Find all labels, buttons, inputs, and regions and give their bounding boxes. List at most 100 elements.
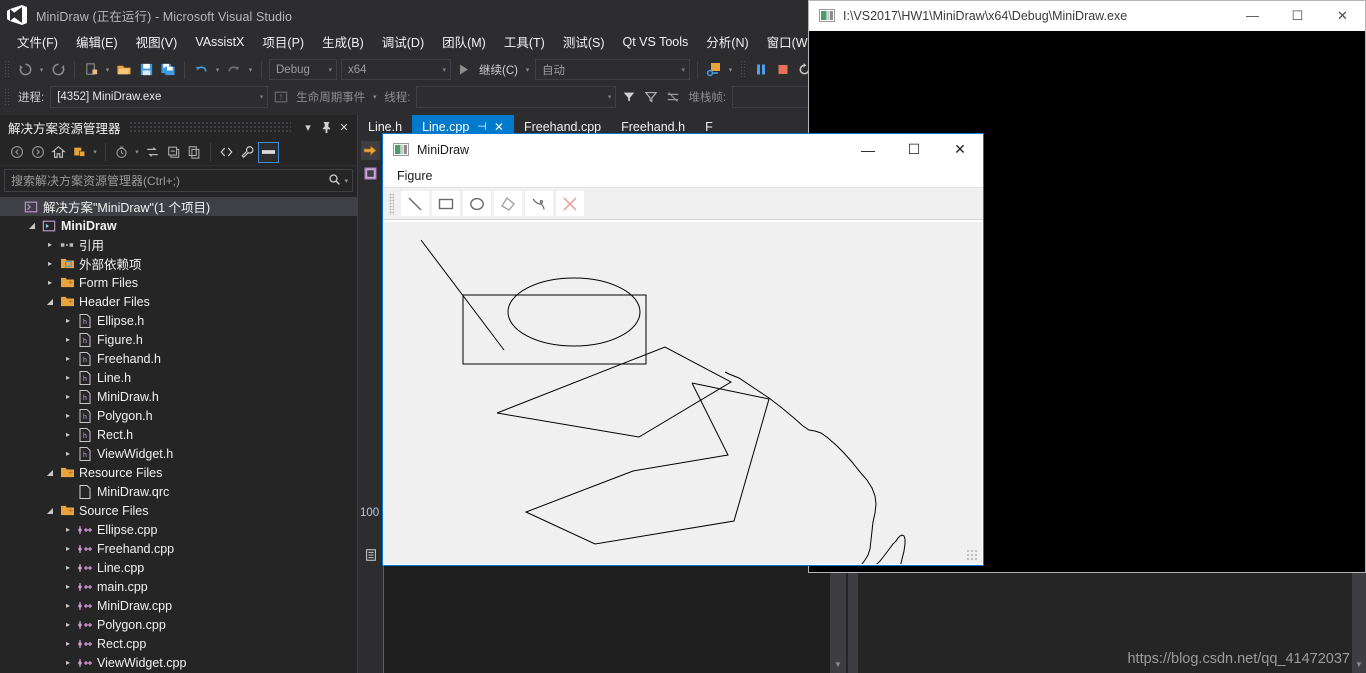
process-combo[interactable]: [4352] MiniDraw.exe ▾ [50, 86, 269, 108]
undo-icon[interactable] [190, 59, 212, 81]
menu-item-file[interactable]: 文件(F) [8, 30, 67, 54]
view-code-icon[interactable] [216, 142, 237, 163]
forward-icon[interactable] [27, 142, 48, 163]
twisty-collapsed-icon[interactable]: ▸ [60, 601, 76, 610]
menu-item-tools[interactable]: 工具(T) [495, 30, 554, 54]
tree-item-ellipse.cpp[interactable]: ▸ Ellipse.cpp [0, 520, 357, 539]
chevron-down-icon[interactable]: ▾ [344, 177, 348, 185]
sync-with-active-document-icon[interactable] [142, 142, 163, 163]
twisty-collapsed-icon[interactable]: ▸ [60, 430, 76, 439]
bottom-panel-scrollbar-left[interactable]: ▼ [830, 573, 846, 673]
debug-target-combo[interactable]: 自动 ▾ [534, 59, 690, 80]
twisty-collapsed-icon[interactable]: ▸ [42, 240, 58, 249]
ellipse-tool-button[interactable] [462, 190, 492, 217]
tree-item--[interactable]: ▸ 引用 [0, 235, 357, 254]
menu-item-build[interactable]: 生成(B) [313, 30, 373, 54]
minidraw-drawing[interactable] [384, 222, 982, 564]
twisty-collapsed-icon[interactable]: ▸ [60, 335, 76, 344]
current-statement-arrow-icon[interactable] [361, 141, 380, 160]
tree-item-form-files[interactable]: ▸ Form Files [0, 273, 357, 292]
navigate-forward-icon[interactable] [47, 59, 69, 81]
swap-threads-icon[interactable] [662, 86, 684, 108]
navigate-backward-dropdown-icon[interactable]: ▾ [36, 66, 47, 74]
twisty-expanded-icon[interactable]: ◢ [24, 221, 40, 230]
breakpoint-settings-icon[interactable] [361, 164, 380, 183]
menu-item-test[interactable]: 测试(S) [554, 30, 614, 54]
tree-item-minidraw.h[interactable]: ▸ h MiniDraw.h [0, 387, 357, 406]
twisty-collapsed-icon[interactable]: ▸ [60, 316, 76, 325]
tree-item--[interactable]: ▸ 外部依赖项 [0, 254, 357, 273]
chevron-down-icon[interactable]: ▾ [90, 148, 100, 156]
flag-filter-alt-icon[interactable] [640, 86, 662, 108]
panel-drag-dots[interactable] [128, 121, 291, 133]
twisty-collapsed-icon[interactable]: ▸ [60, 525, 76, 534]
toolbar-grip[interactable] [4, 87, 11, 107]
properties-wrench-icon[interactable] [237, 142, 258, 163]
menu-item-qt-vs-tools[interactable]: Qt VS Tools [614, 33, 698, 52]
tree-item-header-files[interactable]: ◢ Header Files [0, 292, 357, 311]
bottom-panel-scrollbar-right[interactable]: ▼ [1352, 573, 1366, 673]
console-close-button[interactable]: ✕ [1320, 1, 1365, 31]
twisty-collapsed-icon[interactable]: ▸ [42, 278, 58, 287]
toolbar-grip[interactable] [739, 60, 747, 79]
pending-history-icon[interactable] [111, 142, 132, 163]
continue-play-icon[interactable] [453, 59, 475, 81]
pause-icon[interactable] [750, 59, 772, 81]
tree-item-minidraw.qrc[interactable]: MiniDraw.qrc [0, 482, 357, 501]
twisty-collapsed-icon[interactable]: ▸ [60, 392, 76, 401]
menu-item-view[interactable]: 视图(V) [127, 30, 187, 54]
tree-item-figure.h[interactable]: ▸ h Figure.h [0, 330, 357, 349]
minidraw-menu-figure[interactable]: Figure [391, 168, 438, 184]
back-icon[interactable] [6, 142, 27, 163]
minidraw-window[interactable]: MiniDraw — ☐ ✕ Figure [382, 133, 984, 566]
twisty-expanded-icon[interactable]: ◢ [42, 468, 58, 477]
twisty-collapsed-icon[interactable]: ▸ [60, 639, 76, 648]
minidraw-minimize-button[interactable]: — [845, 134, 891, 165]
resize-grip-icon[interactable] [966, 549, 978, 561]
lifecycle-dropdown-icon[interactable]: ▾ [369, 93, 380, 101]
tree-item-resource-files[interactable]: ◢ Resource Files [0, 463, 357, 482]
lifecycle-events-label[interactable]: 生命周期事件 [296, 89, 365, 105]
solution-platform-combo[interactable]: x64 ▾ [341, 59, 451, 80]
chevron-down-icon[interactable]: ▾ [299, 118, 317, 136]
twisty-collapsed-icon[interactable]: ▸ [60, 411, 76, 420]
stop-debugging-icon[interactable] [772, 59, 794, 81]
menu-item-debug[interactable]: 调试(D) [373, 30, 433, 54]
pin-icon[interactable] [317, 118, 335, 136]
show-all-files-icon[interactable] [184, 142, 205, 163]
preview-selected-items-icon[interactable] [258, 141, 279, 163]
tab-pin-icon[interactable]: ⊣ [477, 120, 487, 133]
minidraw-title-bar[interactable]: MiniDraw — ☐ ✕ [383, 134, 983, 165]
console-minimize-button[interactable]: — [1230, 1, 1275, 31]
freehand-tool-button[interactable] [524, 190, 554, 217]
collapse-all-icon[interactable] [163, 142, 184, 163]
lifecycle-events-icon[interactable]: f [270, 86, 292, 108]
tree-item-minidraw.cpp[interactable]: ▸ MiniDraw.cpp [0, 596, 357, 615]
chevron-down-icon[interactable]: ▾ [132, 148, 142, 156]
toolbar-grip[interactable] [4, 60, 11, 79]
minidraw-close-button[interactable]: ✕ [937, 134, 983, 165]
twisty-collapsed-icon[interactable]: ▸ [42, 259, 58, 268]
tree-item--minidraw-1-[interactable]: 解决方案"MiniDraw"(1 个项目) [0, 197, 357, 216]
twisty-collapsed-icon[interactable]: ▸ [60, 373, 76, 382]
attach-dropdown-icon[interactable]: ▾ [725, 66, 736, 74]
undo-dropdown-icon[interactable]: ▾ [212, 66, 223, 74]
open-file-icon[interactable] [113, 59, 135, 81]
redo-icon[interactable] [223, 59, 245, 81]
clear-tool-button[interactable] [555, 190, 585, 217]
minidraw-maximize-button[interactable]: ☐ [891, 134, 937, 165]
console-title-bar[interactable]: I:\VS2017\HW1\MiniDraw\x64\Debug\MiniDra… [809, 1, 1365, 31]
tree-item-viewwidget.cpp[interactable]: ▸ ViewWidget.cpp [0, 653, 357, 672]
solution-explorer-search[interactable]: 搜索解决方案资源管理器(Ctrl+;) ▾ [4, 169, 353, 192]
twisty-collapsed-icon[interactable]: ▸ [60, 544, 76, 553]
tree-item-freehand.h[interactable]: ▸ h Freehand.h [0, 349, 357, 368]
pending-changes-icon[interactable] [69, 142, 90, 163]
menu-item-edit[interactable]: 编辑(E) [67, 30, 127, 54]
console-maximize-button[interactable]: ☐ [1275, 1, 1320, 31]
polygon-tool-button[interactable] [493, 190, 523, 217]
twisty-expanded-icon[interactable]: ◢ [42, 297, 58, 306]
close-icon[interactable]: ✕ [335, 118, 353, 136]
editor-zoom-level[interactable]: 100 [360, 507, 379, 519]
tree-item-minidraw[interactable]: ◢ MiniDraw [0, 216, 357, 235]
tree-item-line.cpp[interactable]: ▸ Line.cpp [0, 558, 357, 577]
